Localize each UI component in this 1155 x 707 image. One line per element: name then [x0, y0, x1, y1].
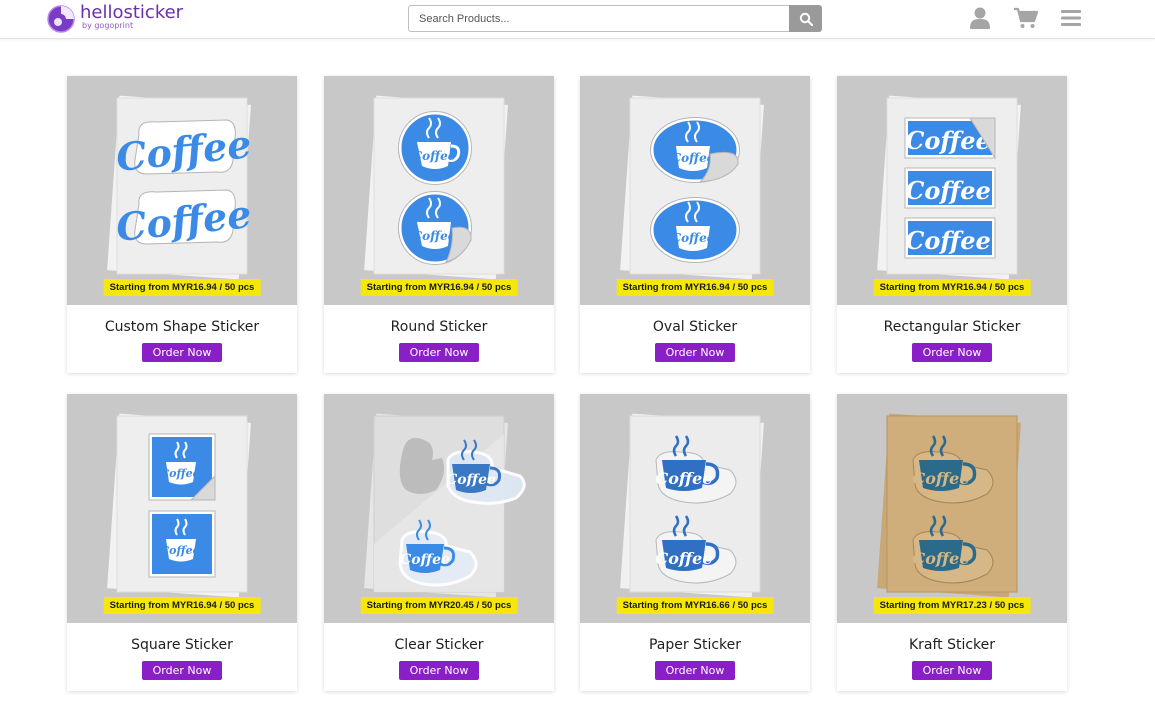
product-image[interactable]: Coffee Coffee Starting from MYR16.94 / 5…: [67, 76, 297, 305]
clear-sticker-image: Coffee Coffee: [364, 413, 526, 598]
order-now-button[interactable]: Order Now: [399, 661, 479, 680]
product-image[interactable]: Coffee Coffee Starting from MYR16.94 / 5…: [67, 394, 297, 623]
logo-subtitle: by gogoprint: [82, 21, 134, 30]
sticker-text: Coffee: [905, 176, 991, 205]
sticker-text: Coffee: [413, 229, 456, 243]
rectangular-sticker-image: Coffee Coffee Coffee: [877, 95, 1021, 280]
product-title[interactable]: Round Sticker: [324, 319, 554, 335]
order-now-button[interactable]: Order Now: [142, 343, 222, 362]
menu-icon: [1061, 10, 1081, 26]
product-card-square[interactable]: Coffee Coffee Starting from MYR16.94 / 5…: [67, 394, 297, 691]
product-title[interactable]: Oval Sticker: [580, 319, 810, 335]
sticker-text: Coffee: [656, 469, 713, 488]
sticker-text: Coffee: [913, 549, 970, 568]
cart-icon: [1014, 7, 1039, 28]
price-badge: Starting from MYR16.94 / 50 pcs: [873, 279, 1031, 296]
sticker-text: Coffee: [672, 151, 715, 165]
square-sticker-image: Coffee Coffee: [107, 413, 251, 598]
sticker-text: Coffee: [913, 469, 970, 488]
order-now-button[interactable]: Order Now: [655, 343, 735, 362]
product-card-custom-shape[interactable]: Coffee Coffee Starting from MYR16.94 / 5…: [67, 76, 297, 373]
account-button[interactable]: [968, 6, 992, 30]
price-badge: Starting from MYR16.94 / 50 pcs: [616, 279, 774, 296]
product-title[interactable]: Custom Shape Sticker: [67, 319, 297, 335]
product-card-oval[interactable]: Coffee Coffee Starting from MYR16.94 / 5…: [580, 76, 810, 373]
product-card-round[interactable]: Coffee Coffee Starting from MYR16.94 / 5…: [324, 76, 554, 373]
price-badge: Starting from MYR17.23 / 50 pcs: [873, 597, 1031, 614]
custom-shape-sticker-image: Coffee Coffee: [107, 95, 253, 280]
product-title[interactable]: Clear Sticker: [324, 637, 554, 653]
product-image[interactable]: Coffee Coffee Coffee Starting from MYR16…: [837, 76, 1067, 305]
product-title[interactable]: Kraft Sticker: [837, 637, 1067, 653]
order-now-button[interactable]: Order Now: [399, 343, 479, 362]
search-icon: [799, 12, 813, 26]
logo-name: hellosticker: [80, 2, 184, 23]
price-badge: Starting from MYR16.94 / 50 pcs: [360, 279, 518, 296]
price-badge: Starting from MYR20.45 / 50 pcs: [360, 597, 518, 614]
order-now-button[interactable]: Order Now: [912, 343, 992, 362]
order-now-button[interactable]: Order Now: [912, 661, 992, 680]
product-image[interactable]: Coffee Coffee Starting from MYR20.45 / 5…: [324, 394, 554, 623]
price-badge: Starting from MYR16.94 / 50 pcs: [103, 597, 261, 614]
product-image[interactable]: Coffee Coffee Starting from MYR16.66 / 5…: [580, 394, 810, 623]
site-header: hellosticker by gogoprint: [0, 0, 1155, 39]
product-title[interactable]: Rectangular Sticker: [837, 319, 1067, 335]
sticker-text: Coffee: [656, 549, 713, 568]
price-badge: Starting from MYR16.94 / 50 pcs: [103, 279, 261, 296]
order-now-button[interactable]: Order Now: [142, 661, 222, 680]
sticker-text: Coffee: [905, 226, 991, 255]
sticker-text: Coffee: [160, 467, 199, 480]
product-image[interactable]: Coffee Coffee Starting from MYR16.94 / 5…: [324, 76, 554, 305]
product-card-kraft[interactable]: Coffee Coffee Starting from MYR17.23 / 5…: [837, 394, 1067, 691]
product-card-clear[interactable]: Coffee Coffee Starting from MYR20.45 / 5…: [324, 394, 554, 691]
menu-button[interactable]: [1060, 6, 1082, 30]
user-icon: [970, 7, 990, 29]
cart-button[interactable]: [1013, 6, 1039, 30]
product-card-rectangular[interactable]: Coffee Coffee Coffee Starting from MYR16…: [837, 76, 1067, 373]
hellosticker-logo-icon: [47, 5, 75, 33]
sticker-text: Coffee: [413, 149, 456, 163]
round-sticker-image: Coffee Coffee: [364, 95, 508, 280]
sticker-text: Coffee: [672, 231, 715, 245]
sticker-text: Coffee: [400, 552, 450, 568]
product-image[interactable]: Coffee Coffee Starting from MYR17.23 / 5…: [837, 394, 1067, 623]
sticker-text: Coffee: [160, 544, 199, 557]
paper-sticker-image: Coffee Coffee: [620, 413, 764, 598]
kraft-sticker-image: Coffee Coffee: [877, 413, 1021, 598]
price-badge: Starting from MYR16.66 / 50 pcs: [616, 597, 774, 614]
search-input[interactable]: [408, 5, 789, 32]
order-now-button[interactable]: Order Now: [655, 661, 735, 680]
logo[interactable]: hellosticker by gogoprint: [46, 4, 183, 33]
sticker-text: Coffee: [446, 472, 496, 488]
oval-sticker-image: Coffee Coffee: [620, 95, 764, 280]
search-bar: [408, 5, 822, 32]
search-button[interactable]: [789, 5, 822, 32]
product-title[interactable]: Square Sticker: [67, 637, 297, 653]
product-image[interactable]: Coffee Coffee Starting from MYR16.94 / 5…: [580, 76, 810, 305]
product-card-paper[interactable]: Coffee Coffee Starting from MYR16.66 / 5…: [580, 394, 810, 691]
product-title[interactable]: Paper Sticker: [580, 637, 810, 653]
